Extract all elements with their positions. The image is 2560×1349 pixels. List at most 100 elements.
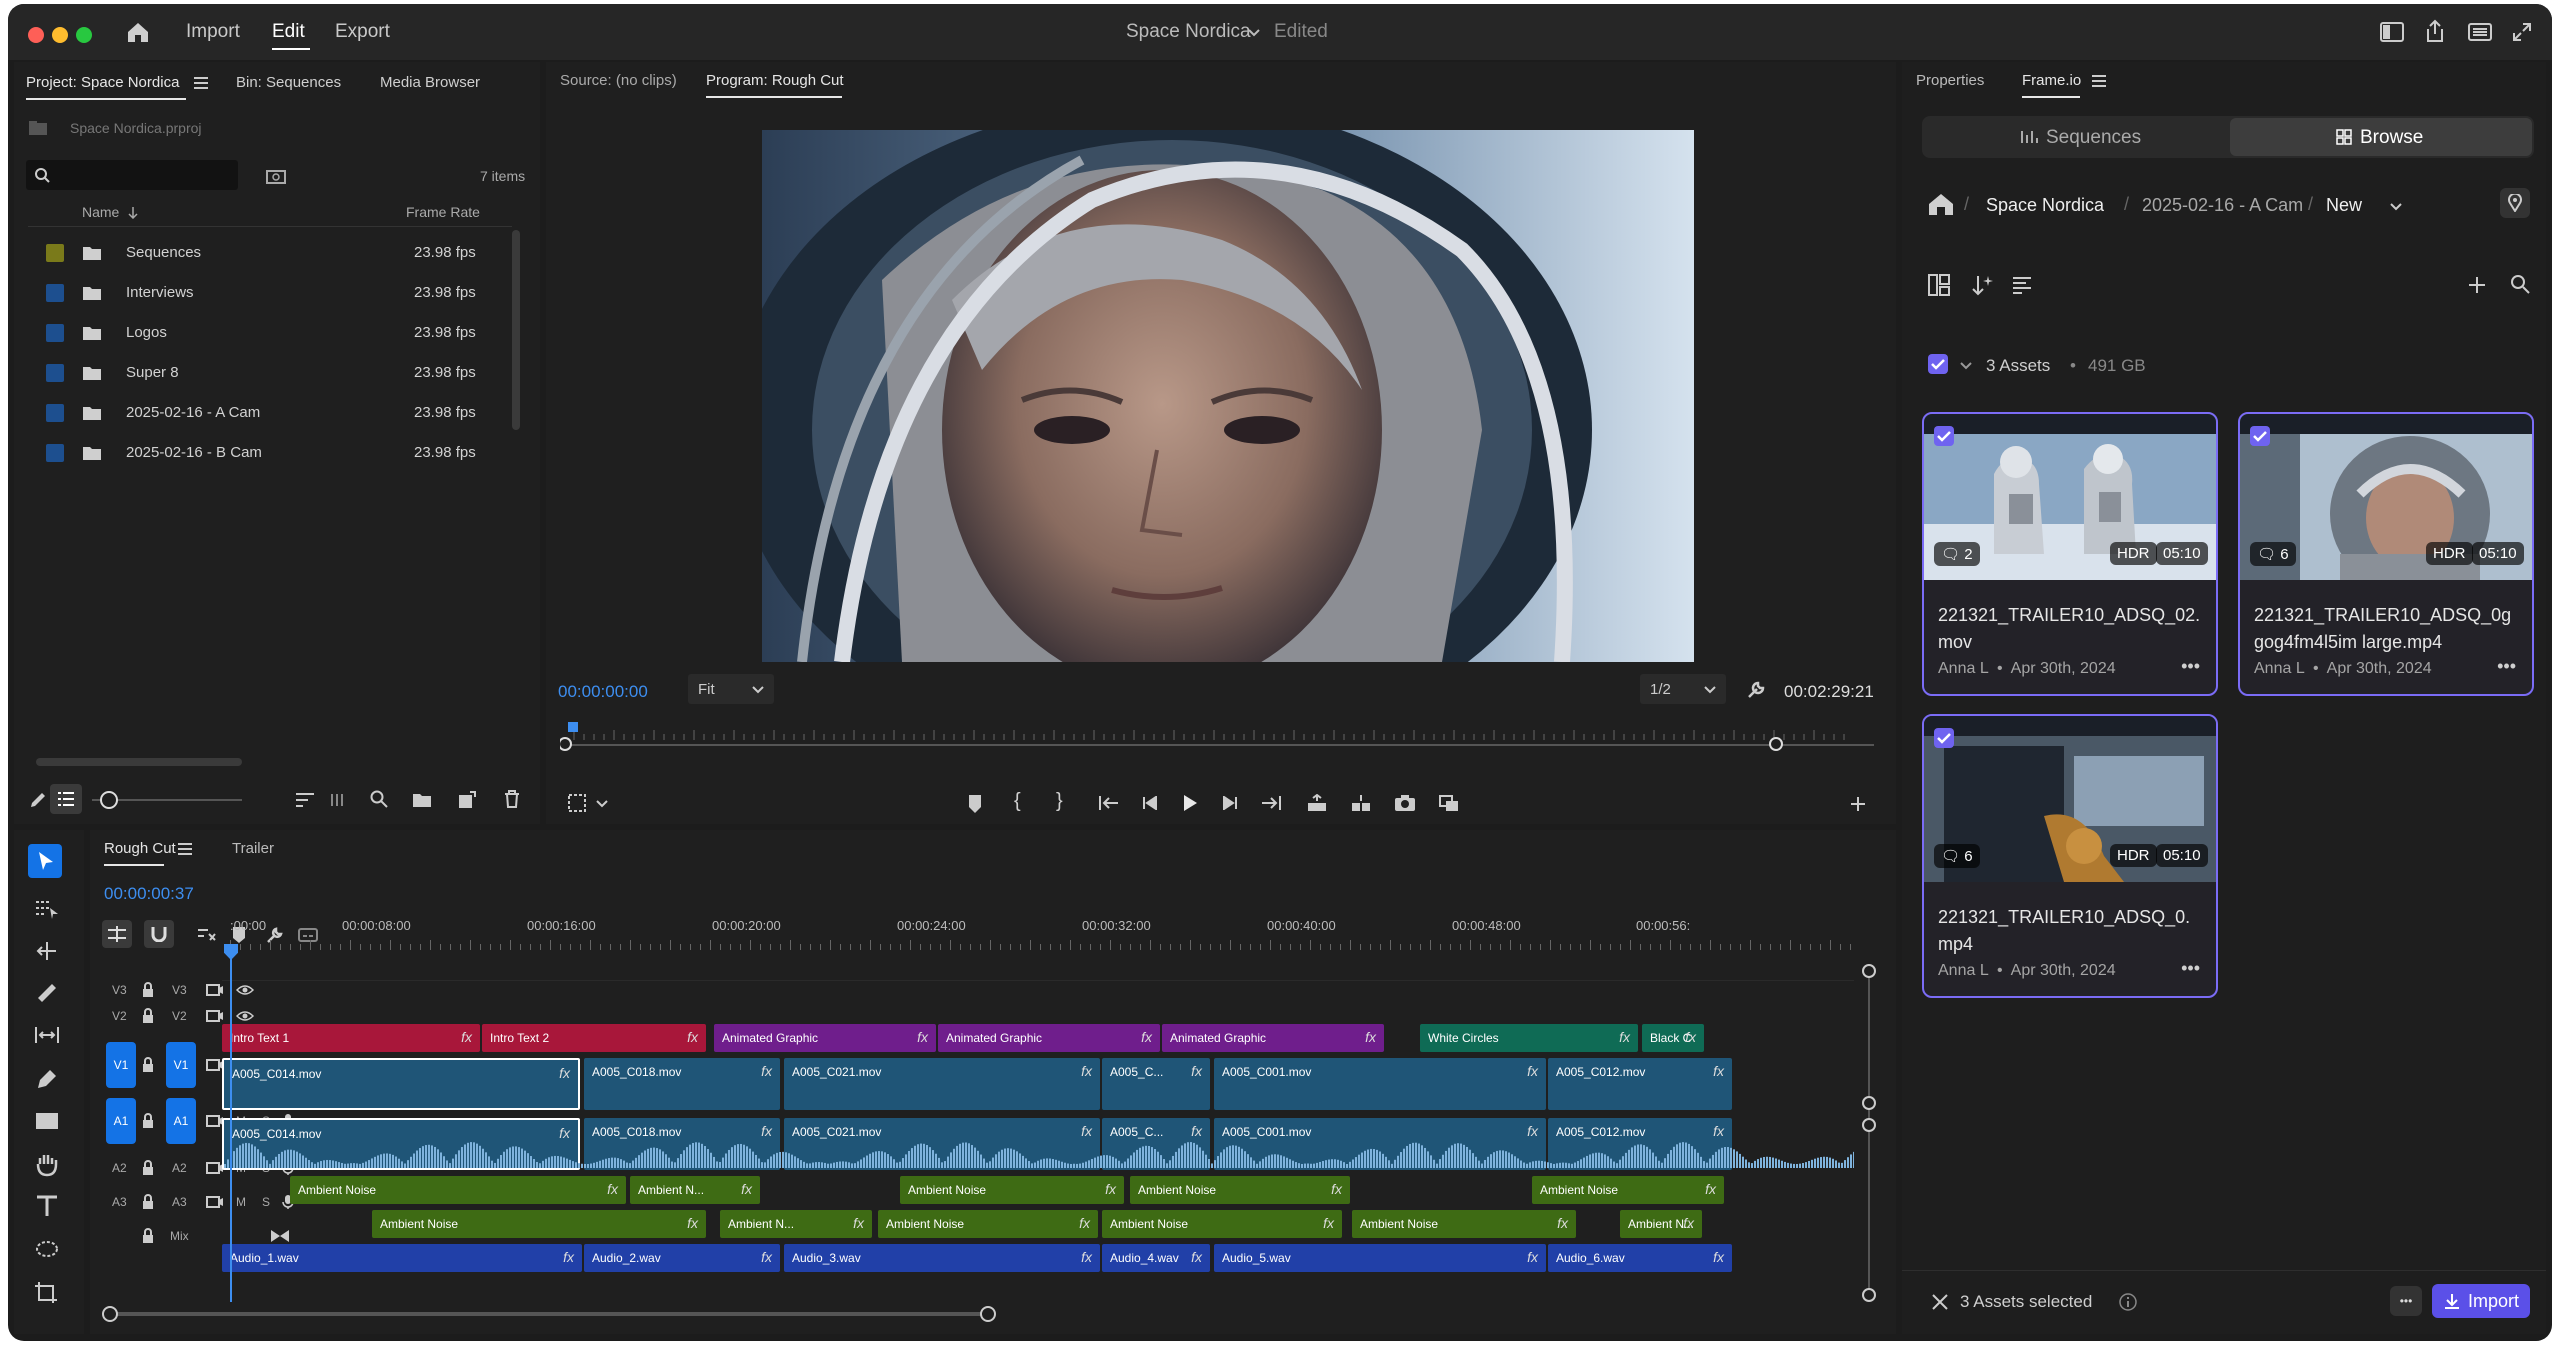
audio-scroll-handle[interactable] [1862, 1118, 1876, 1132]
timeline-clip[interactable]: A005_C001.mov fx [1214, 1058, 1546, 1110]
label-color-swatch[interactable] [46, 404, 64, 422]
video-frame[interactable] [762, 130, 1694, 662]
sync-lock-icon[interactable] [206, 1195, 224, 1209]
column-frame-rate[interactable]: Frame Rate [406, 204, 480, 220]
slip-icon[interactable] [34, 1024, 60, 1050]
add-marker-icon[interactable] [968, 794, 982, 814]
eye-icon[interactable] [236, 1010, 254, 1022]
snap-toggle[interactable] [144, 920, 174, 948]
hamburger-icon[interactable] [2092, 75, 2106, 87]
list-item[interactable]: Interviews 23.98 fps [28, 276, 516, 308]
lock-icon[interactable] [142, 982, 154, 998]
track-scroll-handle-bottom[interactable] [1862, 1288, 1876, 1302]
column-name[interactable]: Name [82, 204, 119, 220]
asset-checkbox[interactable] [2250, 426, 2270, 446]
fit-dropdown[interactable]: Fit [688, 674, 774, 704]
add-icon[interactable] [2468, 276, 2486, 294]
more-options-button[interactable]: ••• [2181, 656, 2200, 677]
timeline-timecode[interactable]: 00:00:00:37 [104, 884, 194, 904]
horizontal-scrollbar[interactable] [36, 758, 242, 766]
new-item-icon[interactable] [458, 791, 476, 809]
mute-button[interactable]: M [236, 1195, 246, 1209]
find-icon[interactable] [370, 790, 388, 808]
eye-icon[interactable] [236, 984, 254, 996]
source-patch-label[interactable]: V3 [112, 983, 127, 997]
solo-button[interactable]: S [262, 1195, 270, 1209]
timeline-clip[interactable]: A005_C021.mov fx [784, 1058, 1100, 1110]
timeline-clip[interactable]: Audio_3.wav fx [784, 1244, 1100, 1272]
label-color-swatch[interactable] [46, 324, 64, 342]
timeline-clip[interactable]: Ambient Noise fx [900, 1176, 1124, 1204]
timeline-clip[interactable]: Ambient Noise fx [1352, 1210, 1576, 1238]
selection-tool[interactable] [28, 844, 62, 878]
resolution-dropdown[interactable]: 1/2 [1640, 674, 1726, 704]
sort-sparkle-icon[interactable] [1970, 274, 1994, 296]
mark-in-icon[interactable]: { [1014, 790, 1021, 813]
list-view-button[interactable] [50, 784, 82, 814]
extract-icon[interactable] [1350, 794, 1372, 812]
trash-icon[interactable] [504, 790, 520, 808]
asset-checkbox[interactable] [1934, 728, 1954, 748]
list-item[interactable]: 2025-02-16 - A Cam 23.98 fps [28, 396, 516, 428]
safe-margins-icon[interactable] [566, 792, 588, 814]
hand-icon[interactable] [34, 1152, 60, 1178]
breadcrumb-project[interactable]: Space Nordica [1986, 195, 2104, 216]
list-item[interactable]: Logos 23.98 fps [28, 316, 516, 348]
source-patch-label[interactable]: A3 [112, 1195, 127, 1209]
import-button[interactable]: Import [2432, 1284, 2530, 1318]
vertical-scrollbar[interactable] [512, 230, 520, 430]
sync-lock-icon[interactable] [206, 983, 224, 997]
insert-sequence-toggle[interactable] [102, 920, 132, 948]
search-icon[interactable] [2510, 274, 2530, 294]
track-scroll-handle-top[interactable] [1862, 964, 1876, 978]
segment-sequences[interactable]: Sequences [1922, 116, 2228, 158]
timeline-clip[interactable]: A005_C018.mov fx [584, 1058, 780, 1110]
mark-out-icon[interactable]: } [1056, 790, 1063, 813]
linked-selection-icon[interactable] [196, 926, 216, 944]
hamburger-icon[interactable] [194, 77, 208, 89]
tab-media-browser[interactable]: Media Browser [380, 74, 480, 91]
breadcrumb-new[interactable]: New [2326, 195, 2362, 216]
wrench-icon[interactable] [1746, 680, 1766, 700]
timeline-clip[interactable]: White Circles fx [1420, 1024, 1638, 1052]
lift-icon[interactable] [1306, 794, 1328, 812]
new-search-bin-icon[interactable] [266, 168, 286, 184]
layout-icon[interactable] [1928, 274, 1950, 296]
zoom-end-handle[interactable] [980, 1306, 996, 1322]
location-pin-button[interactable] [2500, 188, 2530, 218]
tab-frameio[interactable]: Frame.io [2022, 72, 2081, 89]
menu-edit[interactable]: Edit [272, 21, 305, 43]
hamburger-icon[interactable] [178, 843, 192, 855]
lock-icon[interactable] [142, 1160, 154, 1176]
timeline-clip[interactable]: Audio_2.wav fx [584, 1244, 780, 1272]
list-item[interactable]: Super 8 23.98 fps [28, 356, 516, 388]
list-item[interactable]: 2025-02-16 - B Cam 23.98 fps [28, 436, 516, 468]
asset-card[interactable]: 🗨︎ 2 HDR 05:10 221321_TRAILER10_ADSQ_02.… [1922, 412, 2218, 696]
lock-icon[interactable] [142, 1057, 154, 1073]
label-color-swatch[interactable] [46, 244, 64, 262]
settings-panel-icon[interactable] [2468, 22, 2492, 42]
timeline-clip[interactable]: Audio_6.wav fx [1548, 1244, 1732, 1272]
timeline-clip[interactable]: Ambient Noise fx [290, 1176, 626, 1204]
zoom-slider-handle[interactable] [100, 791, 118, 809]
comparison-view-icon[interactable] [1438, 794, 1460, 812]
source-patch-label[interactable]: A2 [112, 1161, 127, 1175]
sync-lock-icon[interactable] [206, 1009, 224, 1023]
asset-checkbox[interactable] [1934, 426, 1954, 446]
lasso-icon[interactable] [34, 1238, 60, 1264]
automate-icon[interactable] [330, 792, 344, 808]
more-actions-button[interactable]: ••• [2390, 1286, 2422, 1316]
zoom-window-button[interactable] [76, 27, 92, 43]
menu-export[interactable]: Export [335, 21, 390, 43]
timeline-clip[interactable]: Ambient Noise fx [878, 1210, 1098, 1238]
track-label[interactable]: A3 [172, 1195, 187, 1209]
timeline-clip[interactable]: Audio_4.wav fx [1102, 1244, 1210, 1272]
tab-trailer[interactable]: Trailer [232, 840, 274, 857]
track-label[interactable]: V3 [172, 983, 187, 997]
timeline-clip[interactable]: Audio_1.wav fx [222, 1244, 582, 1272]
timeline-clip[interactable]: Intro Text 2 fx [482, 1024, 706, 1052]
timeline-clip[interactable]: A005_C014.mov fx [222, 1058, 580, 1110]
pen-icon[interactable] [34, 1066, 60, 1092]
chevron-down-icon[interactable] [1960, 362, 1972, 370]
timeline-clip[interactable]: Ambient Noise fx [372, 1210, 706, 1238]
